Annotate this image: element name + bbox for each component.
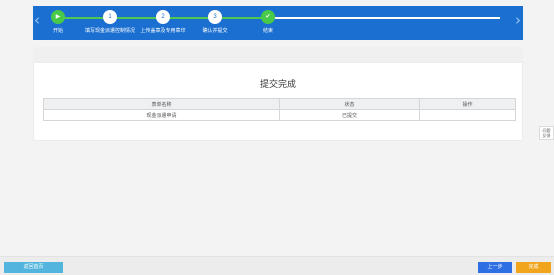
step-label: 确认并提交 <box>202 28 228 34</box>
feedback-tab[interactable]: 问题 反馈 <box>539 126 554 140</box>
cell-status: 已提交 <box>279 109 420 121</box>
step-end: ✔ 结束 <box>238 10 298 34</box>
step-3: 3 确认并提交 <box>185 10 245 34</box>
check-icon: ✔ <box>261 10 275 24</box>
result-card: 提交完成 表单名称 状态 操作 现金派遣申请 已提交 <box>33 62 523 141</box>
step-label: 上传盖章及专用章印 <box>140 28 186 34</box>
column-header-status: 状态 <box>279 98 420 110</box>
toolbar-strip <box>33 47 523 62</box>
step-label: 开始 <box>52 28 63 34</box>
feedback-tab-line2: 反馈 <box>542 133 551 138</box>
step-label: 填写现金派遣控制情况 <box>84 28 135 34</box>
cell-action <box>419 109 516 121</box>
result-title: 提交完成 <box>259 79 296 89</box>
step-1: 1 填写现金派遣控制情况 <box>80 10 140 34</box>
step-number: 1 <box>103 10 117 24</box>
column-header-form-name: 表单名称 <box>43 98 280 110</box>
footer-bar: 返回首页 上一步 完成 <box>0 256 554 275</box>
next-arrow-icon[interactable]: › <box>513 12 523 28</box>
play-icon: ▶ <box>51 10 65 24</box>
step-start: ▶ 开始 <box>28 10 88 34</box>
step-label: 结束 <box>262 28 273 34</box>
cell-form-name: 现金派遣申请 <box>43 109 280 121</box>
submission-table: 表单名称 状态 操作 现金派遣申请 已提交 <box>43 98 516 121</box>
column-header-action: 操作 <box>419 98 516 110</box>
step-number: 3 <box>208 10 222 24</box>
progress-track-remaining <box>268 17 500 19</box>
step-number: 2 <box>156 10 170 24</box>
step-2: 2 上传盖章及专用章印 <box>133 10 193 34</box>
finish-button[interactable]: 完成 <box>516 262 551 273</box>
table-header-row: 表单名称 状态 操作 <box>43 98 516 110</box>
back-to-home-button[interactable]: 返回首页 <box>4 262 63 273</box>
table-row: 现金派遣申请 已提交 <box>43 109 516 121</box>
wizard-header: ‹ ▶ 开始 1 填写现金派遣控制情况 2 上传盖章及专用章印 3 确认并提交 … <box>33 6 523 40</box>
previous-step-button[interactable]: 上一步 <box>478 262 512 273</box>
